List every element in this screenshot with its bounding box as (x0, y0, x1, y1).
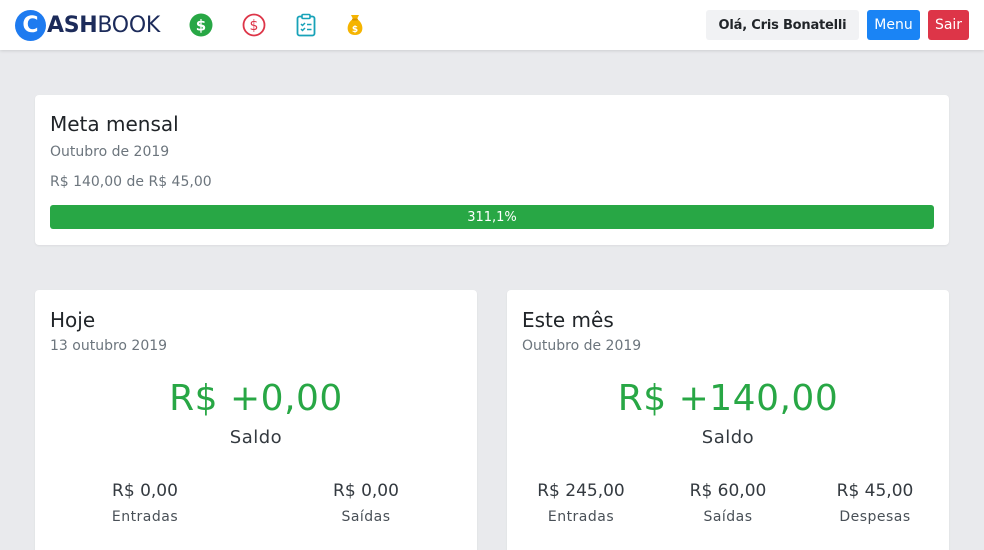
svg-text:$: $ (250, 18, 259, 34)
month-income-stat: R$ 245,00 Entradas (526, 481, 636, 525)
goal-progress-bar: 311,1% (50, 205, 934, 229)
month-balance-label: Saldo (701, 427, 755, 448)
stat-label: Entradas (111, 509, 179, 525)
today-date: 13 outubro 2019 (50, 338, 168, 354)
goal-progress-text: R$ 140,00 de R$ 45,00 (50, 174, 212, 190)
today-card: Hoje 13 outubro 2019 R$ +0,00 Saldo R$ 0… (35, 290, 477, 550)
logo-text: ASHBOOK (47, 13, 160, 38)
stat-label: Entradas (547, 509, 615, 525)
card-title: Este mês (522, 308, 614, 332)
navbar: C ASHBOOK $ $ $ Olá, Cris Bonatelli Menu… (0, 0, 984, 50)
logo-letter: C (15, 9, 46, 41)
dollar-outline-icon[interactable]: $ (242, 13, 266, 37)
month-card: Este mês Outubro de 2019 R$ +140,00 Sald… (507, 290, 949, 550)
logo-text-bold: ASH (47, 12, 98, 38)
month-date: Outubro de 2019 (522, 338, 642, 354)
card-title: Hoje (50, 308, 96, 332)
svg-text:$: $ (352, 25, 358, 35)
stat-label: Saídas (341, 509, 391, 525)
goal-progress-fill: 311,1% (50, 205, 934, 229)
today-expense-stat: R$ 0,00 Saídas (311, 481, 421, 525)
logo-text-rest: BOOK (97, 12, 160, 38)
stat-value: R$ 245,00 (537, 481, 625, 501)
today-balance-label: Saldo (229, 427, 283, 448)
month-expenses-stat: R$ 45,00 Despesas (820, 481, 930, 525)
card-title: Meta mensal (50, 112, 179, 136)
clipboard-list-icon[interactable] (294, 13, 318, 37)
logout-button[interactable]: Sair (928, 10, 969, 40)
stat-value: R$ 60,00 (689, 481, 767, 501)
dollar-circle-icon[interactable]: $ (189, 13, 213, 37)
month-outflow-stat: R$ 60,00 Saídas (673, 481, 783, 525)
cashbook-logo[interactable]: C ASHBOOK (15, 9, 160, 41)
money-bag-icon[interactable]: $ (343, 13, 367, 37)
goal-period: Outubro de 2019 (50, 144, 170, 160)
user-greeting: Olá, Cris Bonatelli (706, 10, 859, 40)
month-balance: R$ +140,00 (617, 378, 839, 419)
svg-text:$: $ (196, 17, 206, 35)
today-balance: R$ +0,00 (169, 378, 343, 419)
stat-value: R$ 0,00 (112, 481, 178, 501)
stat-label: Despesas (839, 509, 911, 525)
monthly-goal-card: Meta mensal Outubro de 2019 R$ 140,00 de… (35, 95, 949, 245)
stat-label: Saídas (703, 509, 753, 525)
stat-value: R$ 45,00 (836, 481, 914, 501)
today-income-stat: R$ 0,00 Entradas (90, 481, 200, 525)
stat-value: R$ 0,00 (333, 481, 399, 501)
menu-button[interactable]: Menu (867, 10, 920, 40)
